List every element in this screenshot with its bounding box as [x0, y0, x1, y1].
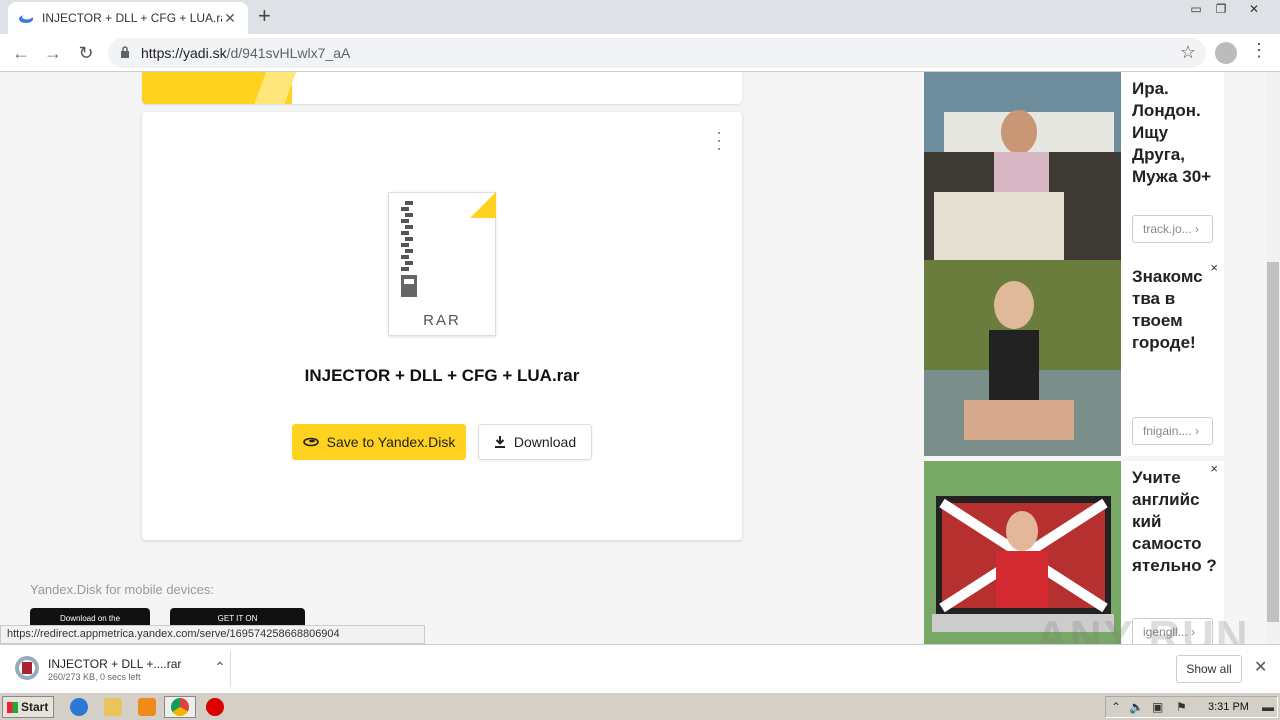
network-icon[interactable]: ▣: [1152, 700, 1163, 714]
security-alert-icon[interactable]: [206, 698, 224, 716]
chrome-icon: [171, 698, 189, 716]
show-desktop-icon[interactable]: ▬: [1262, 700, 1274, 714]
ad-photo-2: [924, 260, 1121, 456]
minimize-icon[interactable]: ▭: [1183, 0, 1209, 20]
more-options-icon[interactable]: · · ·: [716, 123, 722, 157]
winrar-file-icon: [15, 656, 39, 680]
download-button-label: Download: [513, 434, 577, 450]
url-text: https://yadi.sk/d/941svHLwlx7_aA: [141, 45, 351, 61]
download-icon: [494, 436, 505, 448]
ad-card-2[interactable]: Знакомс тва в твоем городе! × fnigain...…: [924, 260, 1224, 456]
yandex-disk-favicon-icon: [19, 14, 33, 23]
ad-close-icon[interactable]: ×: [1210, 260, 1218, 275]
rar-file-icon: RAR: [388, 192, 496, 336]
browser-menu-icon[interactable]: ⋮: [1250, 40, 1268, 61]
tab-title: INJECTOR + DLL + CFG + LUA.rar –: [42, 11, 222, 25]
address-bar[interactable]: https://yadi.sk/d/941svHLwlx7_aA ☆: [108, 38, 1206, 68]
clock: 3:31 PM: [1208, 701, 1249, 713]
status-bar-url: https://redirect.appmetrica.yandex.com/s…: [0, 625, 425, 644]
ad-card-1[interactable]: Ира. Лондон. Ищу Друга, Мужа 30+ track.j…: [924, 72, 1224, 266]
ad-link-1[interactable]: track.jo... ›: [1132, 215, 1213, 243]
download-item[interactable]: INJECTOR + DLL +....rar 260/273 KB, 0 se…: [14, 653, 229, 685]
windows-taskbar: Start ⌃ 🔈 ▣ ⚑ 3:31 PM ▬: [0, 692, 1280, 720]
page-content: · · · RAR INJECTOR + DLL + CFG + LUA.rar S…: [0, 72, 1280, 644]
zipper-icon: [401, 201, 417, 297]
download-file-name: INJECTOR + DLL +....rar: [48, 657, 182, 671]
file-card: · · · RAR INJECTOR + DLL + CFG + LUA.rar S…: [142, 112, 742, 540]
reload-icon[interactable]: ↻: [73, 40, 99, 66]
action-center-icon[interactable]: ⚑: [1176, 700, 1187, 714]
scrollbar-thumb[interactable]: [1267, 262, 1279, 622]
tab-close-icon[interactable]: ✕: [222, 10, 238, 27]
chevron-up-icon[interactable]: ⌃: [214, 659, 226, 676]
shelf-close-icon[interactable]: ✕: [1254, 657, 1267, 677]
ad-close-icon[interactable]: ×: [1210, 461, 1218, 476]
volume-icon[interactable]: 🔈: [1129, 700, 1144, 714]
bookmark-star-icon[interactable]: ☆: [1180, 42, 1196, 63]
show-all-button[interactable]: Show all: [1176, 655, 1242, 683]
ad-link-2[interactable]: fnigain.... ›: [1132, 417, 1213, 445]
window-close-icon[interactable]: ✕: [1238, 0, 1270, 20]
browser-tab[interactable]: INJECTOR + DLL + CFG + LUA.rar – ✕: [8, 2, 248, 34]
forward-icon[interactable]: →: [40, 40, 66, 66]
new-tab-icon[interactable]: +: [258, 4, 271, 28]
start-button[interactable]: Start: [2, 696, 54, 718]
download-divider: [230, 651, 231, 687]
file-type-label: RAR: [423, 312, 461, 329]
mobile-apps-label: Yandex.Disk for mobile devices:: [30, 582, 215, 597]
file-name: INJECTOR + DLL + CFG + LUA.rar: [304, 366, 580, 385]
download-button[interactable]: Download: [478, 424, 592, 460]
ad-text-3: Учите английс кий самосто ятельно ?: [1132, 468, 1217, 575]
download-shelf: INJECTOR + DLL +....rar 260/273 KB, 0 se…: [0, 644, 1280, 692]
save-to-disk-button[interactable]: Save to Yandex.Disk: [292, 424, 466, 460]
ad-text-2: Знакомс тва в твоем городе!: [1132, 267, 1203, 352]
explorer-folder-icon[interactable]: [104, 698, 122, 716]
ie-icon[interactable]: [70, 698, 88, 716]
tray-expand-icon[interactable]: ⌃: [1111, 700, 1121, 714]
maximize-icon[interactable]: ❐: [1208, 0, 1234, 20]
save-button-label: Save to Yandex.Disk: [326, 434, 456, 450]
profile-avatar-icon[interactable]: [1215, 42, 1237, 64]
tab-strip: INJECTOR + DLL + CFG + LUA.rar – ✕ + ▭ ❐…: [0, 0, 1280, 34]
header-banner-card: [142, 72, 742, 104]
lock-icon: [121, 46, 129, 58]
ad-photo-1: [924, 72, 1121, 266]
disk-icon: [302, 437, 319, 447]
browser-toolbar: ← → ↻ https://yadi.sk/d/941svHLwlx7_aA ☆…: [0, 34, 1280, 72]
back-icon[interactable]: ←: [8, 40, 34, 66]
ad-text-1: Ира. Лондон. Ищу Друга, Мужа 30+: [1132, 79, 1212, 186]
media-player-icon[interactable]: [138, 698, 156, 716]
file-fold-corner: [470, 192, 496, 218]
download-status: 260/273 KB, 0 secs left: [48, 672, 141, 682]
